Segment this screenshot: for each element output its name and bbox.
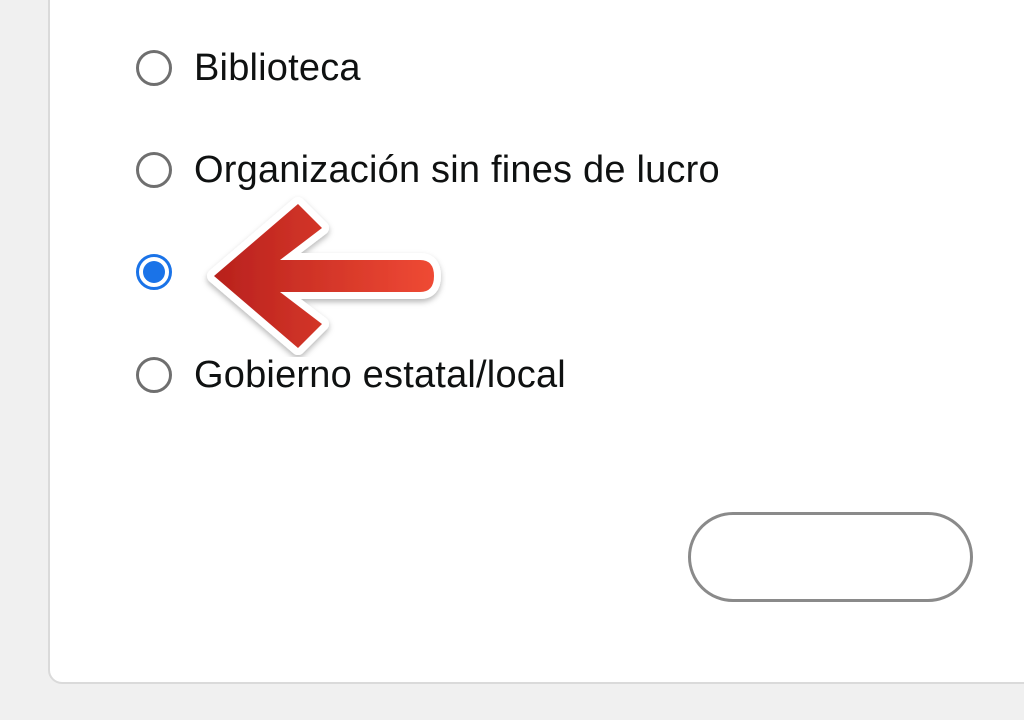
radio-button-unchecked[interactable] [136, 50, 172, 86]
radio-option-selected[interactable] [136, 250, 194, 294]
radio-option-label: Organización sin fines de lucro [194, 148, 720, 191]
page: Biblioteca Organización sin fines de luc… [0, 0, 1024, 720]
radio-option-label: Gobierno estatal/local [194, 353, 566, 396]
radio-option-label: Biblioteca [194, 46, 361, 89]
continue-button[interactable] [688, 512, 973, 602]
radio-option-biblioteca[interactable]: Biblioteca [136, 46, 361, 90]
radio-option-government[interactable]: Gobierno estatal/local [136, 353, 566, 397]
radio-button-unchecked[interactable] [136, 152, 172, 188]
radio-button-unchecked[interactable] [136, 357, 172, 393]
radio-button-checked[interactable] [136, 254, 172, 290]
radio-option-nonprofit[interactable]: Organización sin fines de lucro [136, 148, 720, 192]
